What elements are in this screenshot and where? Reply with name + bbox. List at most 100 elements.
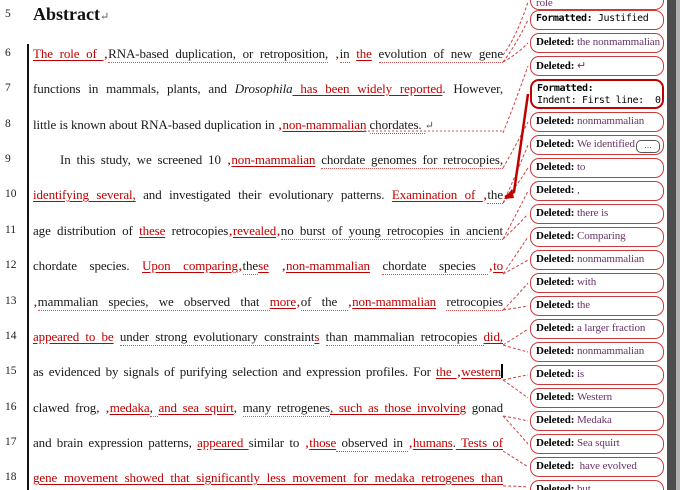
document-line-11[interactable]: age distribution of these retrocopies,re… bbox=[33, 223, 503, 243]
document-line-17[interactable]: and brain expression patterns, appeared … bbox=[33, 435, 503, 455]
inserted-text: non-mammalian bbox=[231, 152, 315, 167]
inserted-text: did, bbox=[484, 329, 503, 344]
deletion-anchor-icon: , bbox=[104, 49, 107, 61]
deleted-change-bubble[interactable]: Deleted: there is bbox=[530, 204, 664, 224]
document-line-12[interactable]: chordate species. Upon comparing,these ,… bbox=[33, 258, 503, 278]
document-line-10[interactable]: identifying several, and investigated th… bbox=[33, 187, 503, 207]
inserted-text: non-mammalian bbox=[286, 258, 370, 273]
bubble-change-text: the bbox=[577, 299, 590, 311]
inserted-text: the bbox=[436, 364, 457, 379]
bubble-label: Deleted: bbox=[536, 345, 577, 357]
bubble-change-text: a larger fraction bbox=[577, 322, 645, 334]
bubble-label: Deleted: bbox=[536, 322, 577, 334]
inserted-text: se bbox=[258, 258, 269, 273]
deleted-change-bubble[interactable]: Deleted: to bbox=[530, 158, 664, 178]
deletion-leader-text: chordates. bbox=[370, 117, 425, 134]
deleted-change-bubble[interactable]: Deleted: Sea squirt bbox=[530, 434, 664, 454]
body-text: functions in mammals, plants, and bbox=[33, 81, 235, 96]
bubble-label: Deleted: bbox=[536, 207, 577, 219]
line-number: 7 bbox=[5, 82, 25, 94]
formatted-change-bubble[interactable]: Formatted: Justified bbox=[530, 10, 664, 30]
deleted-change-bubble[interactable]: Deleted: nonmammalian bbox=[530, 112, 664, 132]
document-line-18[interactable]: gene movement showed that significantly … bbox=[33, 470, 503, 490]
deleted-change-bubble[interactable]: Deleted: Medaka bbox=[530, 411, 664, 431]
deleted-change-bubble[interactable]: Deleted: ↵ bbox=[530, 56, 664, 76]
body-text: In this study, we screened 10 bbox=[60, 152, 227, 167]
bubble-label: Deleted: bbox=[536, 60, 577, 72]
bubble-change-text: is bbox=[577, 368, 584, 380]
deletion-anchor-icon: , bbox=[239, 261, 242, 273]
bubble-label: Deleted: bbox=[536, 138, 577, 150]
deletion-leader-text: no burst of young retrocopies in ancient bbox=[281, 223, 503, 240]
deletion-anchor-icon: , bbox=[106, 403, 109, 415]
deletion-leader-text: of the bbox=[301, 294, 348, 311]
deletion-leader-text: observed in bbox=[336, 435, 408, 452]
document-line-8[interactable]: little is known about RNA-based duplicat… bbox=[33, 117, 503, 137]
body-text: as evidenced by signals of purifying sel… bbox=[33, 364, 436, 379]
body-text: gonad bbox=[466, 400, 503, 415]
bubble-label: Deleted: bbox=[536, 36, 577, 48]
inserted-text: more bbox=[270, 294, 296, 309]
deletion-anchor-icon: , bbox=[489, 261, 492, 273]
deleted-change-bubble[interactable]: Deleted: the bbox=[530, 296, 664, 316]
deleted-change-bubble[interactable]: Deleted: with bbox=[530, 273, 664, 293]
inserted-text: medaka bbox=[110, 400, 150, 415]
deleted-change-bubble[interactable]: Deleted: the nonmammalian bbox=[530, 33, 664, 53]
body-text: , bbox=[234, 400, 243, 415]
deleted-change-bubble[interactable]: Deleted: but bbox=[530, 480, 664, 490]
deletion-leader-text: RNA-based duplication, or retroposition, bbox=[108, 46, 328, 63]
deletion-leader-text: than mammalian retrocopies bbox=[326, 329, 484, 346]
bubble-change-text: nonmammalian bbox=[577, 345, 644, 357]
bubble-change-text: have evolved bbox=[577, 460, 637, 472]
bubble-label: Deleted: bbox=[536, 115, 577, 127]
deleted-change-bubble[interactable]: role bbox=[530, 0, 664, 10]
document-line-15[interactable]: as evidenced by signals of purifying sel… bbox=[33, 364, 503, 384]
document-line-9[interactable]: In this study, we screened 10 ,non-mamma… bbox=[33, 152, 503, 172]
deletion-leader-text: under strong evolutionary constraint bbox=[120, 329, 315, 346]
deletion-leader-text: evolution of new gene bbox=[379, 46, 503, 63]
body-text: little is known about RNA-based duplicat… bbox=[33, 117, 278, 132]
body-text: and brain expression patterns, bbox=[33, 435, 197, 450]
deletion-leader-text: in bbox=[340, 46, 350, 63]
deleted-change-bubble[interactable]: Deleted: We identified... bbox=[530, 135, 664, 155]
deleted-change-bubble[interactable]: Deleted: , bbox=[530, 181, 664, 201]
line-number: 12 bbox=[5, 259, 25, 271]
deleted-change-bubble[interactable]: Deleted: a larger fraction bbox=[530, 319, 664, 339]
document-line-6[interactable]: The role of ,RNA-based duplication, or r… bbox=[33, 46, 503, 66]
line-number: 6 bbox=[5, 47, 25, 59]
window-edge-light bbox=[676, 0, 680, 490]
italic-text: Drosophila bbox=[235, 81, 293, 96]
inserted-text: humans bbox=[413, 435, 453, 450]
bubble-label: Formatted: bbox=[537, 83, 599, 94]
bubble-ellipsis-button[interactable]: ... bbox=[636, 140, 660, 153]
line-number: 11 bbox=[5, 224, 25, 236]
document-line-14[interactable]: appeared to be under strong evolutionary… bbox=[33, 329, 503, 349]
deleted-change-bubble[interactable]: Deleted: Western bbox=[530, 388, 664, 408]
inserted-text: and sea squirt bbox=[158, 400, 233, 415]
abstract-heading: Abstract↵ bbox=[33, 4, 109, 25]
bubble-change-text: but bbox=[577, 483, 591, 490]
body-text: and investigated their evolutionary patt… bbox=[136, 187, 392, 202]
line-number: 17 bbox=[5, 436, 25, 448]
document-line-7[interactable]: functions in mammals, plants, and Drosop… bbox=[33, 81, 503, 101]
deleted-change-bubble[interactable]: Deleted: nonmammalian bbox=[530, 250, 664, 270]
bubble-label: Deleted: bbox=[536, 460, 577, 472]
deletion-leader-text: the bbox=[243, 258, 259, 275]
deleted-change-bubble[interactable]: Deleted: is bbox=[530, 365, 664, 385]
body-text bbox=[328, 46, 335, 61]
bubble-label: Deleted: bbox=[536, 253, 577, 265]
bubble-label: Deleted: bbox=[536, 184, 577, 196]
inserted-text: Examination of bbox=[392, 187, 483, 202]
deleted-change-bubble[interactable]: Deleted: have evolved bbox=[530, 457, 664, 477]
inserted-text: to bbox=[493, 258, 503, 273]
document-line-13[interactable]: ,mammalian species, we observed that mor… bbox=[33, 294, 503, 314]
deleted-change-bubble[interactable]: Deleted: Comparing bbox=[530, 227, 664, 247]
deleted-change-bubble[interactable]: Deleted: nonmammalian bbox=[530, 342, 664, 362]
bubble-label: Deleted: bbox=[536, 161, 577, 173]
deletion-leader-text: chordate genomes for retrocopies, bbox=[321, 152, 503, 169]
inserted-text: The role of bbox=[33, 46, 103, 61]
inserted-text: non-mammalian bbox=[282, 117, 366, 132]
document-line-16[interactable]: clawed frog, ,medaka, and sea squirt, ma… bbox=[33, 400, 503, 420]
formatted-change-bubble[interactable]: Formatted: Indent: First line: 0.74 cm bbox=[530, 79, 664, 109]
bubble-change-text: with bbox=[577, 276, 596, 288]
